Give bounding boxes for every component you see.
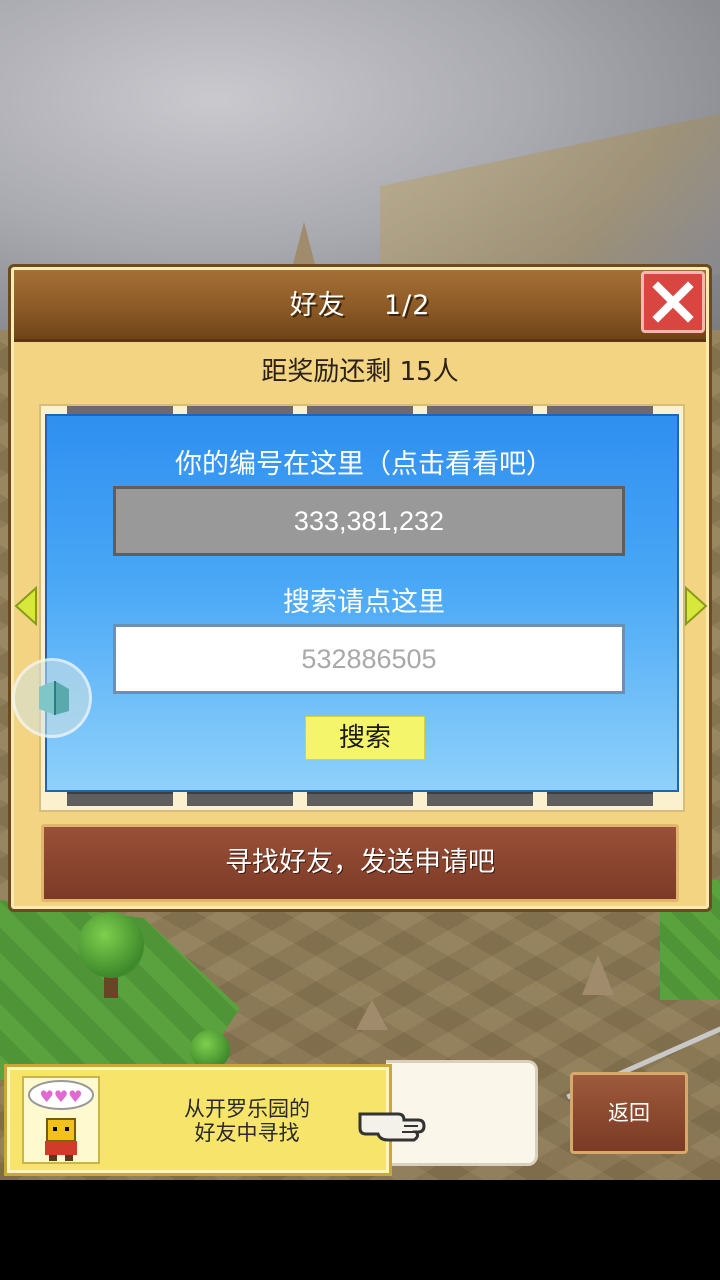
panel-slot [307, 406, 413, 414]
friends-dialog: 好友 1/2 距奖励还剩 15人 你的编号在这里（点击看看吧） 333,381,… [8, 264, 712, 912]
search-label: 搜索请点这里 [283, 587, 445, 618]
arrow-left-icon[interactable] [14, 586, 38, 626]
panel-slot [427, 792, 533, 806]
back-button[interactable]: 返回 [570, 1072, 688, 1154]
panel-slot [427, 406, 533, 414]
panel-slot [307, 792, 413, 806]
kairo-label-line1: 从开罗乐园的 [184, 1097, 310, 1121]
arrow-right-icon[interactable] [684, 586, 708, 626]
rock-spire [582, 955, 614, 995]
rock-spire [356, 1000, 388, 1030]
kairo-park-label: 从开罗乐园的 好友中寻找 [137, 1097, 357, 1145]
close-button[interactable] [641, 271, 705, 333]
pointing-hand-icon [358, 1112, 426, 1142]
panel-slot [187, 406, 293, 414]
friend-id-search-input[interactable]: 532886505 [113, 624, 625, 694]
kairo-label-line2: 好友中寻找 [194, 1121, 300, 1145]
kairo-character-icon: ♥♥♥ [22, 1076, 100, 1164]
send-friend-request-button[interactable]: 寻找好友，发送申请吧 [41, 824, 679, 902]
letterbox-bar [0, 1180, 720, 1280]
view-rotate-button[interactable] [12, 658, 92, 738]
panel-slot [67, 792, 173, 806]
svg-text:♥♥♥: ♥♥♥ [39, 1087, 82, 1106]
close-icon [652, 281, 694, 323]
dialog-title-bar: 好友 1/2 [14, 270, 706, 342]
cube-view-icon [39, 681, 69, 715]
friend-panel-frame: 你的编号在这里（点击看看吧） 333,381,232 搜索请点这里 532886… [39, 404, 685, 812]
panel-slot [67, 406, 173, 414]
panel-slot [547, 406, 653, 414]
panel-slot [187, 792, 293, 806]
dialog-title: 好友 1/2 [289, 290, 431, 321]
my-id-label[interactable]: 你的编号在这里（点击看看吧） [47, 442, 681, 481]
panel-slot [547, 792, 653, 806]
reward-progress-text: 距奖励还剩 15人 [261, 357, 459, 387]
find-from-kairo-park-button[interactable]: ♥♥♥ 从开罗乐园的 好友中寻找 [4, 1064, 392, 1176]
my-id-display[interactable]: 333,381,232 [113, 486, 625, 556]
rock-spire [292, 222, 316, 268]
fruit-tree [78, 912, 144, 978]
friend-search-panel: 你的编号在这里（点击看看吧） 333,381,232 搜索请点这里 532886… [45, 414, 679, 792]
search-button[interactable]: 搜索 [305, 716, 425, 760]
